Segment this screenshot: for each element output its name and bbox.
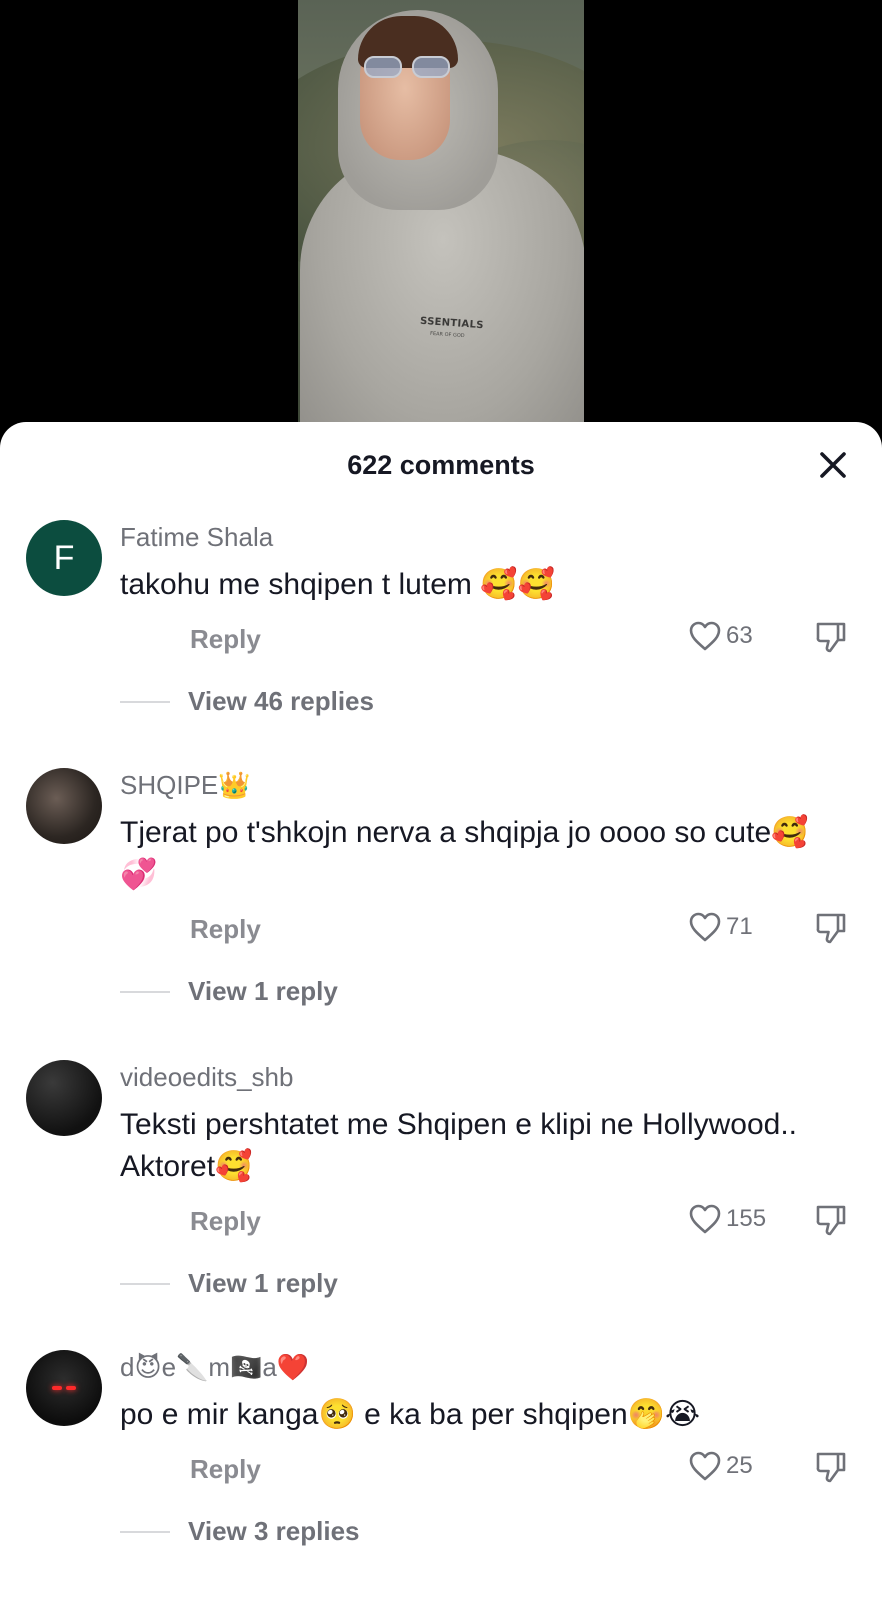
comments-count-title: 622 comments xyxy=(347,450,535,480)
reply-button[interactable]: Reply xyxy=(190,1206,261,1237)
heart-outline-icon xyxy=(689,621,721,651)
avatar-image xyxy=(26,1350,102,1426)
like-button[interactable]: 25 xyxy=(688,1450,753,1482)
like-count: 71 xyxy=(726,913,753,940)
reply-button[interactable]: Reply xyxy=(190,914,261,945)
dislike-button[interactable] xyxy=(814,911,848,950)
comment-username[interactable]: d😈e🔪m🏴‍☠️a❤️ xyxy=(120,1352,309,1383)
video-player[interactable]: SSENTIALS FEAR OF GOD xyxy=(0,0,882,440)
heart-outline-icon xyxy=(689,1451,721,1481)
reply-button[interactable]: Reply xyxy=(190,624,261,655)
divider-line xyxy=(120,700,170,703)
thumbs-down-icon xyxy=(816,913,846,944)
comment-username[interactable]: SHQIPE👑 xyxy=(120,770,251,801)
close-icon xyxy=(820,452,846,478)
heart-outline-icon xyxy=(689,912,721,942)
avatar-image xyxy=(26,768,102,844)
comment-text: Teksti pershtatet me Shqipen e klipi ne … xyxy=(120,1108,798,1183)
avatar[interactable] xyxy=(26,768,102,844)
view-replies-label: View 46 replies xyxy=(188,686,374,716)
view-replies-label: View 3 replies xyxy=(188,1516,360,1546)
video-frame[interactable]: SSENTIALS FEAR OF GOD xyxy=(298,0,584,440)
like-button[interactable]: 63 xyxy=(688,620,753,652)
like-count: 63 xyxy=(726,622,753,649)
avatar[interactable] xyxy=(26,1060,102,1136)
view-replies-button[interactable]: View 46 replies xyxy=(120,686,374,717)
avatar-glow xyxy=(52,1386,62,1390)
divider-line xyxy=(120,1530,170,1533)
view-replies-button[interactable]: View 1 reply xyxy=(120,1268,338,1299)
thumbs-down-icon xyxy=(816,622,846,653)
avatar-letter: F xyxy=(26,520,102,596)
comment-username[interactable]: videoedits_shb xyxy=(120,1062,293,1093)
comments-sheet: 622 comments F Fatime Shala takohu me sh… xyxy=(0,422,882,1600)
dislike-button[interactable] xyxy=(814,1203,848,1242)
comment-username[interactable]: Fatime Shala xyxy=(120,522,273,553)
view-replies-button[interactable]: View 1 reply xyxy=(120,976,338,1007)
thumbs-down-icon xyxy=(816,1205,846,1236)
comments-header: 622 comments xyxy=(0,422,882,508)
divider-line xyxy=(120,1282,170,1285)
close-button[interactable] xyxy=(816,448,850,482)
sunglasses xyxy=(364,56,452,78)
like-count: 155 xyxy=(726,1205,767,1232)
avatar-glow xyxy=(66,1386,76,1390)
dislike-button[interactable] xyxy=(814,620,848,659)
dislike-button[interactable] xyxy=(814,1450,848,1489)
like-button[interactable]: 71 xyxy=(688,911,753,943)
like-button[interactable]: 155 xyxy=(688,1203,766,1235)
view-replies-label: View 1 reply xyxy=(188,1268,338,1298)
avatar-image xyxy=(26,1060,102,1136)
like-count: 25 xyxy=(726,1452,753,1479)
avatar[interactable]: F xyxy=(26,520,102,596)
reply-button[interactable]: Reply xyxy=(190,1454,261,1485)
thumbs-down-icon xyxy=(816,1452,846,1483)
comment-text: Tjerat po t'shkojn nerva a shqipja jo oo… xyxy=(120,816,809,891)
view-replies-label: View 1 reply xyxy=(188,976,338,1006)
avatar[interactable] xyxy=(26,1350,102,1426)
divider-line xyxy=(120,990,170,993)
comment-text: po e mir kanga🥺 e ka ba per shqipen🤭😭 xyxy=(120,1398,701,1431)
comment-text: takohu me shqipen t lutem 🥰🥰 xyxy=(120,568,555,601)
heart-outline-icon xyxy=(689,1204,721,1234)
view-replies-button[interactable]: View 3 replies xyxy=(120,1516,360,1547)
